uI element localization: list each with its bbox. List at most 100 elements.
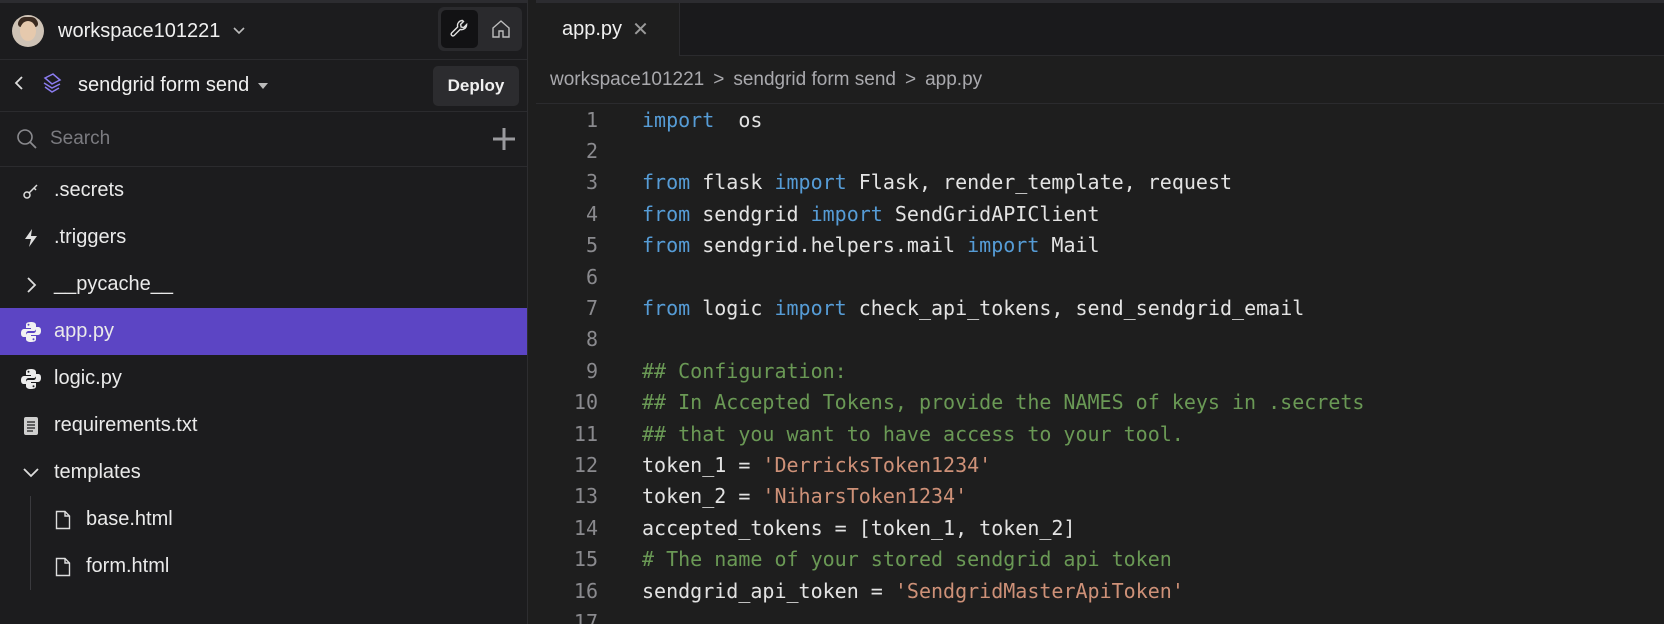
line-content: # The name of your stored sendgrid api t… (642, 547, 1172, 571)
close-icon[interactable]: ✕ (632, 17, 649, 42)
home-button[interactable] (482, 10, 519, 48)
caret-down-icon[interactable] (257, 79, 269, 93)
wrench-icon (450, 19, 467, 37)
code-token: logic (690, 296, 775, 321)
chevron-right-icon (20, 274, 42, 296)
code-line[interactable]: 11 ## that you want to have access to you… (536, 418, 1664, 449)
code-line[interactable]: 17 (536, 606, 1664, 624)
deploy-button[interactable]: Deploy (433, 66, 519, 106)
line-number: 3 (585, 170, 598, 195)
code-line[interactable]: 9 ## Configuration: (536, 355, 1664, 386)
tree-item-label: form.html (86, 555, 170, 577)
code-line[interactable]: 8 (536, 324, 1664, 355)
code-token: token_2 = (642, 484, 763, 509)
line-content: ## In Accepted Tokens, provide the NAMES… (642, 390, 1364, 414)
tree-item-triggers[interactable]: .triggers (0, 214, 527, 261)
tree-item-label: __pycache__ (54, 273, 173, 295)
breadcrumb-file[interactable]: app.py (925, 69, 982, 91)
code-token: token_1 = (642, 452, 763, 477)
search-bar (0, 112, 527, 167)
lightning-icon (20, 227, 42, 249)
breadcrumb-project[interactable]: sendgrid form send (733, 69, 896, 91)
code-token: import (810, 201, 883, 226)
code-line[interactable]: 16 sendgrid_api_token = 'SendgridMasterAp… (536, 575, 1664, 606)
tree-item-base-html[interactable]: base.html (0, 496, 527, 543)
breadcrumb-separator: > (713, 68, 725, 90)
workspace-name[interactable]: workspace101221 (58, 20, 220, 43)
code-line[interactable]: 7 from logic import check_api_tokens, sen… (536, 292, 1664, 323)
code-line[interactable]: 12 token_1 = 'DerricksToken1234' (536, 449, 1664, 480)
line-number: 2 (585, 139, 598, 164)
tab-app-py[interactable]: app.py ✕ (536, 3, 680, 56)
code-line[interactable]: 13 token_2 = 'NiharsToken1234' (536, 481, 1664, 512)
line-content: token_1 = 'DerricksToken1234' (642, 453, 991, 477)
tree-item-app-py[interactable]: app.py (0, 308, 527, 355)
templates-children: base.html form.html (0, 496, 527, 590)
code-token: Flask, render_template, request (846, 170, 1233, 195)
tree-item-requirements[interactable]: requirements.txt (0, 402, 527, 449)
project-name[interactable]: sendgrid form send (78, 74, 249, 97)
python-icon (20, 368, 42, 390)
tree-item-form-html[interactable]: form.html (0, 543, 527, 590)
home-icon (491, 20, 510, 38)
chevron-down-icon[interactable] (232, 23, 246, 39)
add-file-icon[interactable] (491, 126, 517, 152)
code-line[interactable]: 4 from sendgrid import SendGridAPIClient (536, 198, 1664, 229)
line-number: 7 (585, 296, 598, 321)
breadcrumb-separator: > (904, 68, 917, 90)
code-token: check_api_tokens, send_sendgrid_email (846, 296, 1305, 321)
tree-item-secrets[interactable]: .secrets (0, 167, 527, 214)
code-token: ## In Accepted Tokens, provide the NAMES… (642, 390, 1365, 415)
code-token: import (774, 296, 847, 321)
line-content: from logic import check_api_tokens, send… (642, 296, 1304, 320)
line-number: 11 (573, 421, 598, 446)
line-content: sendgrid_api_token = 'SendgridMasterApiT… (642, 579, 1184, 603)
line-number: 15 (573, 547, 598, 572)
code-token: flask (690, 170, 775, 195)
line-content: accepted_tokens = [token_1, token_2] (642, 516, 1075, 540)
code-line[interactable]: 15 # The name of your stored sendgrid api… (536, 543, 1664, 574)
code-token: from (642, 233, 691, 258)
code-token: sendgrid_api_token = (642, 578, 895, 603)
code-token: import (642, 107, 715, 132)
code-line[interactable]: 2 (536, 135, 1664, 166)
file-icon (52, 556, 74, 578)
project-stack-icon (40, 71, 64, 100)
file-explorer-sidebar: workspace101221 sendgrid form send Deplo… (0, 0, 528, 624)
avatar[interactable] (12, 15, 44, 47)
code-token: sendgrid (690, 201, 811, 226)
line-content: ## that you want to have access to your … (642, 422, 1184, 446)
tree-item-label: .secrets (54, 179, 125, 201)
code-token: ## that you want to have access to your … (642, 421, 1184, 446)
code-token: import (967, 233, 1040, 258)
code-area[interactable]: 1 import os 2 3 from flask import Flask, ren… (536, 104, 1664, 624)
code-line[interactable]: 1 import os (536, 104, 1664, 135)
code-line[interactable]: 14 accepted_tokens = [token_1, token_2] (536, 512, 1664, 543)
code-token: SendGridAPIClient (882, 201, 1100, 226)
line-number: 10 (573, 390, 598, 415)
line-content: from sendgrid import SendGridAPIClient (642, 202, 1100, 226)
code-token: 'NiharsToken1234' (762, 484, 968, 509)
line-number: 17 (573, 609, 598, 624)
breadcrumb: workspace101221 > sendgrid form send > a… (536, 56, 1664, 104)
code-line[interactable]: 3 from flask import Flask, render_templat… (536, 167, 1664, 198)
code-token: 'DerricksToken1234' (762, 452, 992, 477)
code-line[interactable]: 10 ## In Accepted Tokens, provide the NAM… (536, 387, 1664, 418)
wrench-button[interactable] (441, 10, 478, 48)
code-token: from (642, 170, 691, 195)
breadcrumb-workspace[interactable]: workspace101221 (550, 69, 704, 91)
back-icon[interactable] (14, 75, 24, 96)
line-content: import os (642, 108, 762, 132)
code-token: # The name of your stored sendgrid api t… (642, 547, 1172, 572)
tree-item-logic-py[interactable]: logic.py (0, 355, 527, 402)
code-line[interactable]: 6 (536, 261, 1664, 292)
file-icon (52, 509, 74, 531)
line-number: 8 (585, 327, 598, 352)
line-number: 4 (585, 201, 598, 226)
code-token: from (642, 296, 691, 321)
line-content: from flask import Flask, render_template… (642, 170, 1232, 194)
tree-item-templates[interactable]: templates (0, 449, 527, 496)
tree-item-pycache[interactable]: __pycache__ (0, 261, 527, 308)
search-input[interactable] (50, 128, 430, 150)
code-line[interactable]: 5 from sendgrid.helpers.mail import Mail (536, 230, 1664, 261)
